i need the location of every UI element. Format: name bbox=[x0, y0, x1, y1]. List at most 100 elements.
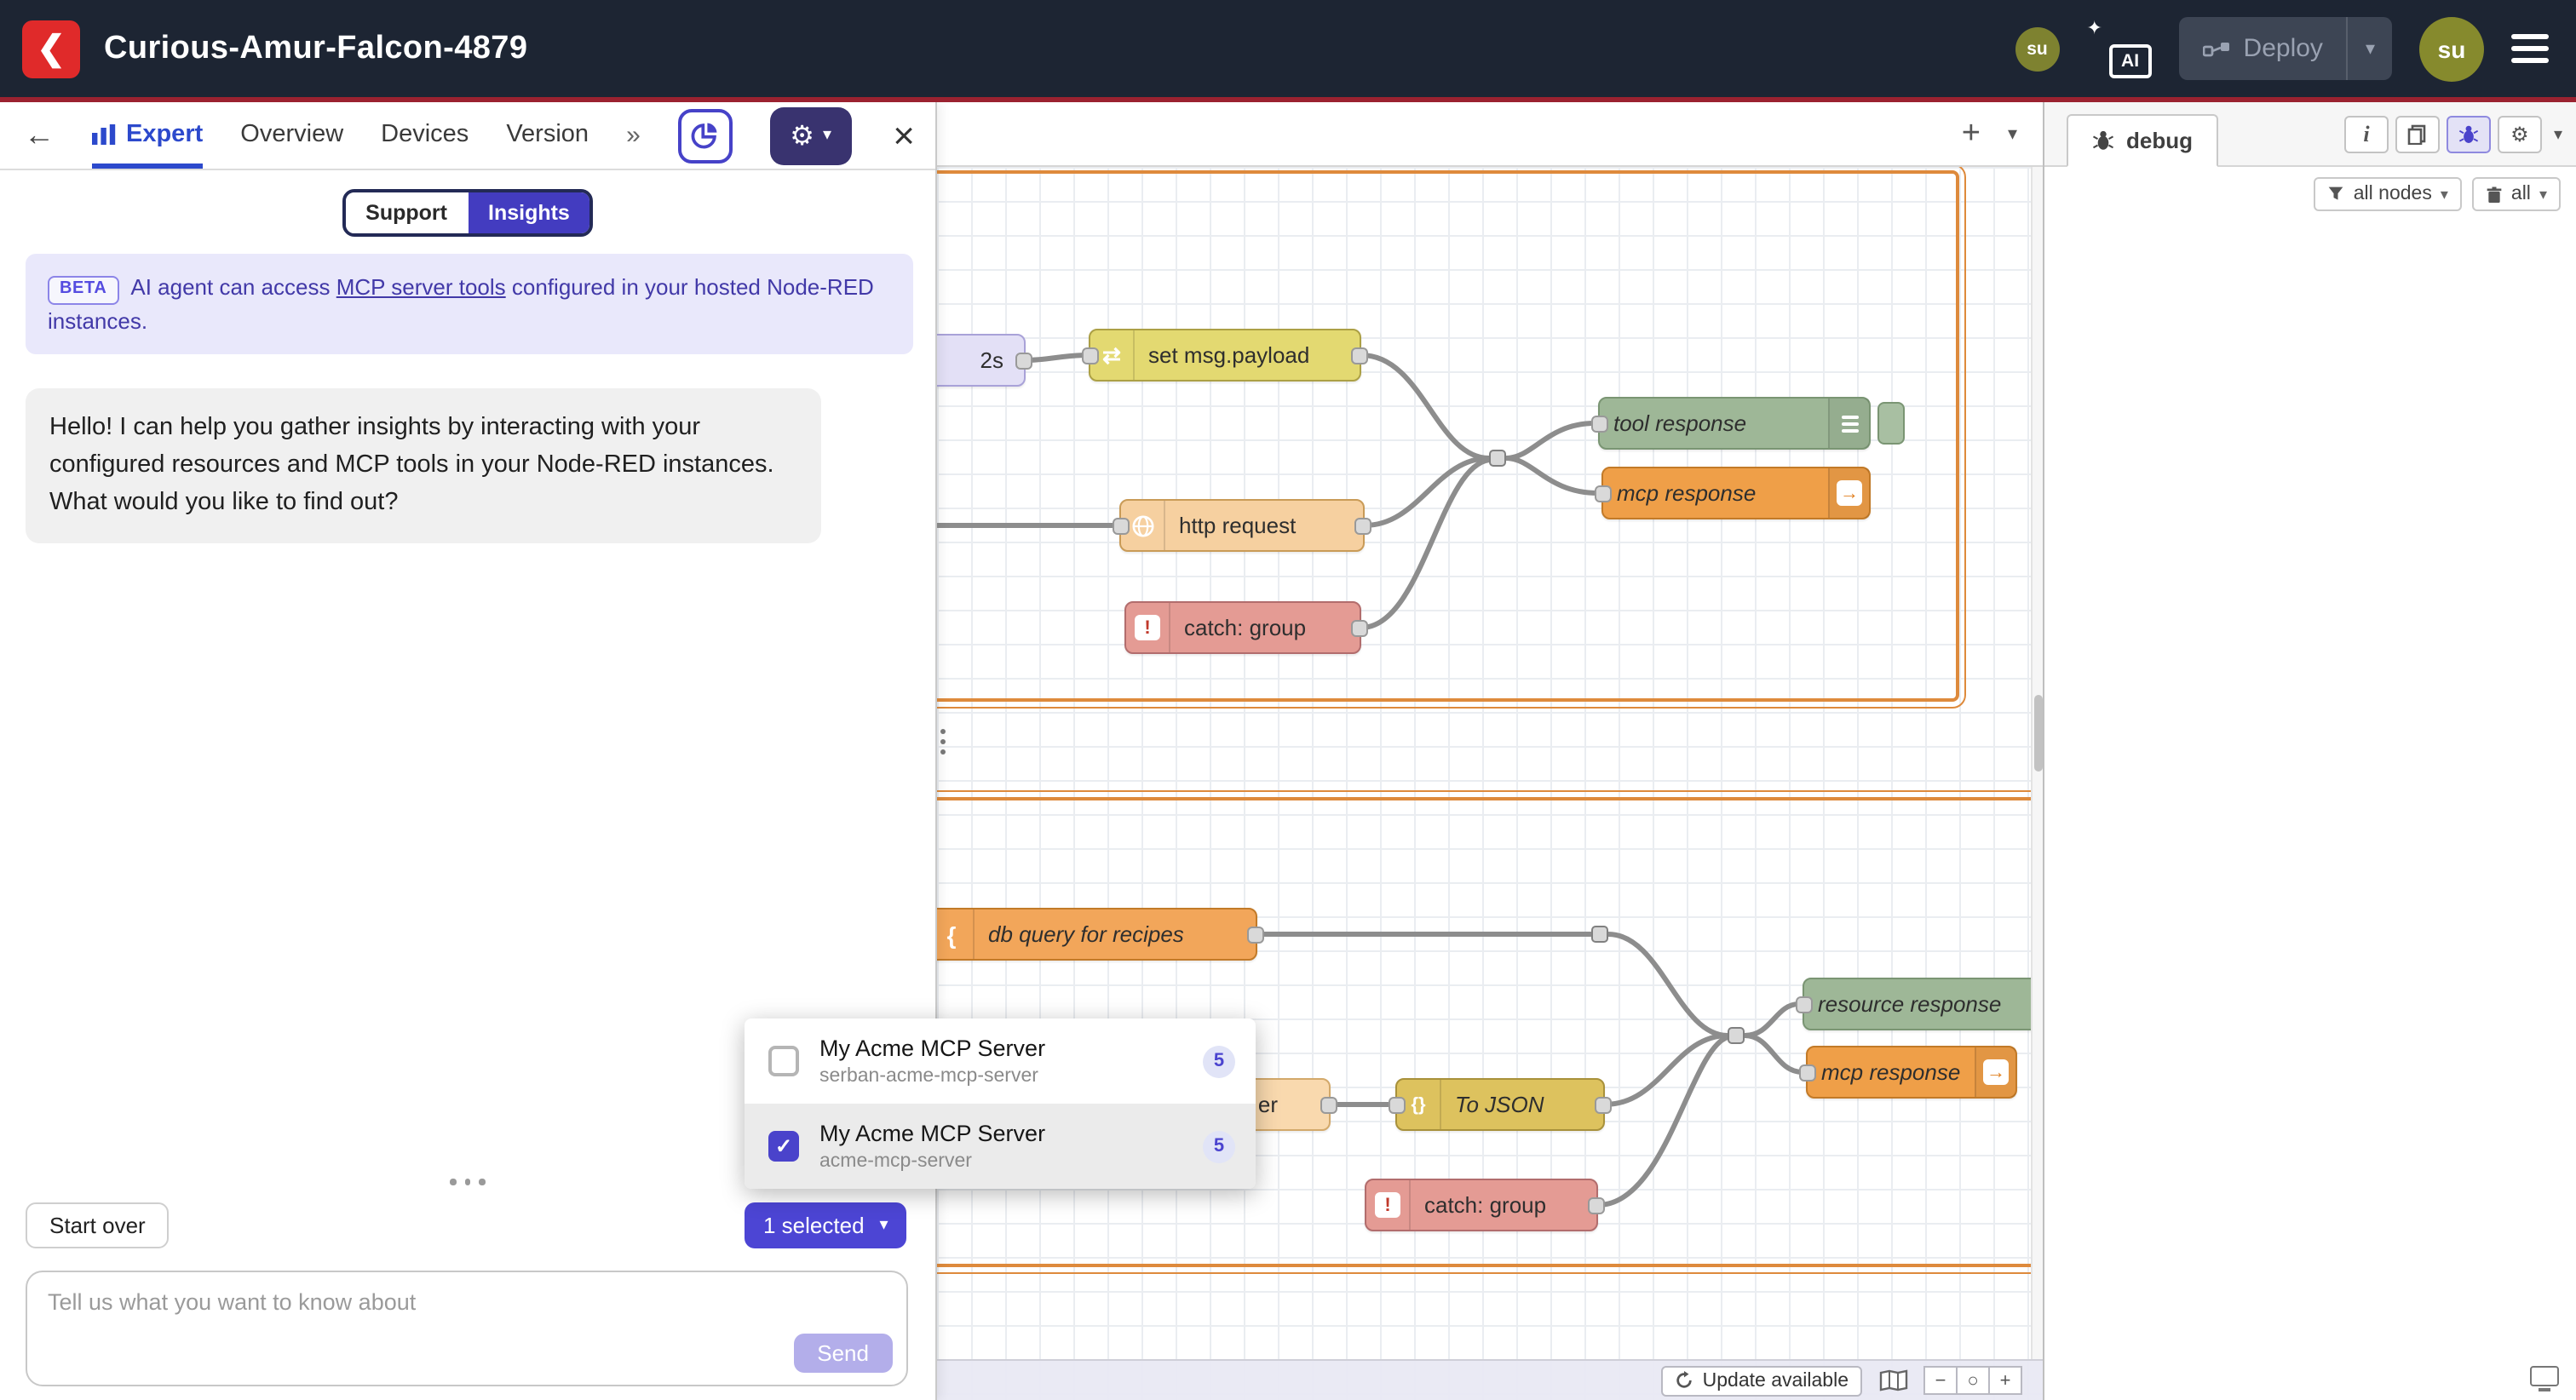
tab-overview[interactable]: Overview bbox=[240, 102, 343, 169]
sparkle-icon: ✦ bbox=[2087, 16, 2102, 38]
output-port[interactable] bbox=[1247, 926, 1264, 943]
selected-count-label: 1 selected bbox=[763, 1213, 865, 1238]
server-option[interactable]: ✓ My Acme MCP Server acme-mcp-server 5 bbox=[745, 1104, 1256, 1189]
insights-pie-button[interactable] bbox=[678, 108, 732, 163]
close-panel-icon[interactable]: × bbox=[893, 117, 915, 154]
ai-assistant-icon[interactable]: ✦ AI bbox=[2087, 16, 2152, 81]
update-available-button[interactable]: Update available bbox=[1662, 1365, 1862, 1396]
zoom-in-button[interactable]: + bbox=[1988, 1366, 2022, 1395]
update-label: Update available bbox=[1703, 1370, 1849, 1391]
node-inject-2s[interactable]: 2s bbox=[937, 334, 1026, 387]
clear-messages-dropdown[interactable]: all ▾ bbox=[2472, 177, 2561, 211]
tabs-overflow-chevrons[interactable]: » bbox=[626, 121, 641, 150]
mini-user-badge[interactable]: su bbox=[2015, 26, 2060, 71]
gear-icon: ⚙ bbox=[790, 118, 814, 152]
node-resource-response[interactable]: resource response bbox=[1803, 978, 2043, 1030]
deploy-button[interactable]: Deploy ▾ bbox=[2179, 17, 2392, 80]
node-label: To JSON bbox=[1441, 1092, 1558, 1117]
node-catch-group-top[interactable]: ! catch: group bbox=[1124, 601, 1361, 654]
refresh-icon bbox=[1676, 1371, 1694, 1390]
scrollbar-thumb[interactable] bbox=[2034, 695, 2043, 772]
mcp-server-tools-link[interactable]: MCP server tools bbox=[336, 274, 506, 300]
chat-input[interactable] bbox=[27, 1272, 906, 1385]
tab-version[interactable]: Version bbox=[506, 102, 589, 169]
assistant-greeting: Hello! I can help you gather insights by… bbox=[26, 388, 821, 544]
chevron-down-icon: ▾ bbox=[823, 126, 831, 145]
send-button[interactable]: Send bbox=[793, 1334, 893, 1373]
back-arrow-icon[interactable]: ← bbox=[24, 118, 55, 153]
tab-expert-label: Expert bbox=[126, 121, 203, 148]
output-port[interactable] bbox=[1351, 347, 1368, 364]
server-option[interactable]: My Acme MCP Server serban-acme-mcp-serve… bbox=[745, 1018, 1256, 1104]
server-subtitle: serban-acme-mcp-server bbox=[819, 1066, 1182, 1087]
debug-sidebar: debug i bbox=[2043, 102, 2576, 1400]
input-port[interactable] bbox=[1591, 415, 1608, 432]
docs-button[interactable] bbox=[2395, 116, 2440, 153]
settings-dropdown-button[interactable]: ⚙ ▾ bbox=[769, 106, 852, 164]
node-mcp-response-top[interactable]: mcp response → bbox=[1601, 467, 1871, 519]
flow-list-chevron-icon[interactable]: ▾ bbox=[2008, 123, 2017, 145]
output-port[interactable] bbox=[1320, 1096, 1337, 1113]
input-port[interactable] bbox=[1113, 517, 1130, 534]
deploy-caret-button[interactable]: ▾ bbox=[2347, 17, 2392, 80]
sidebar-more-chevron-icon[interactable]: ▾ bbox=[2554, 125, 2562, 144]
output-port[interactable] bbox=[1015, 352, 1032, 369]
expert-icon bbox=[92, 124, 116, 145]
input-port[interactable] bbox=[1796, 995, 1813, 1013]
bug-icon bbox=[2458, 124, 2479, 145]
info-button[interactable]: i bbox=[2344, 116, 2389, 153]
output-port[interactable] bbox=[1595, 1096, 1612, 1113]
node-db-query[interactable]: { db query for recipes bbox=[937, 908, 1257, 961]
chevron-down-icon: ▾ bbox=[880, 1216, 888, 1235]
insights-toggle[interactable]: Insights bbox=[468, 192, 590, 233]
tab-version-label: Version bbox=[506, 121, 589, 148]
input-port[interactable] bbox=[1389, 1096, 1406, 1113]
hamburger-menu-icon[interactable] bbox=[2511, 35, 2549, 63]
panel-edge-grip[interactable] bbox=[940, 729, 946, 755]
node-label: db query for recipes bbox=[975, 921, 1198, 947]
node-label: tool response bbox=[1600, 410, 1760, 436]
docs-icon bbox=[2408, 124, 2427, 145]
node-catch-group-bottom[interactable]: ! catch: group bbox=[1365, 1179, 1598, 1231]
zoom-out-button[interactable]: − bbox=[1923, 1366, 1958, 1395]
filter-nodes-dropdown[interactable]: all nodes ▾ bbox=[2314, 177, 2462, 211]
tab-debug[interactable]: debug bbox=[2067, 114, 2218, 167]
output-port[interactable] bbox=[1354, 517, 1371, 534]
tab-expert[interactable]: Expert bbox=[92, 102, 203, 169]
server-title: My Acme MCP Server bbox=[819, 1121, 1182, 1146]
chat-composer: Send bbox=[26, 1271, 908, 1386]
navigator-map-icon[interactable] bbox=[1879, 1369, 1908, 1391]
zoom-reset-button[interactable]: ○ bbox=[1956, 1366, 1990, 1395]
sidebar-header-buttons: i ⚙ bbox=[2344, 116, 2562, 153]
start-over-button[interactable]: Start over bbox=[26, 1202, 170, 1248]
debug-toggle-button[interactable] bbox=[1877, 402, 1905, 445]
flow-canvas[interactable]: 2s ⇄ set msg.payload http request ! c bbox=[937, 102, 2043, 1400]
tab-devices[interactable]: Devices bbox=[381, 102, 469, 169]
input-port[interactable] bbox=[1595, 485, 1612, 502]
instance-title: Curious-Amur-Falcon-4879 bbox=[104, 30, 527, 67]
deploy-icon bbox=[2203, 38, 2230, 59]
input-port[interactable] bbox=[1799, 1064, 1816, 1081]
output-port[interactable] bbox=[1588, 1196, 1605, 1214]
input-port[interactable] bbox=[1082, 347, 1099, 364]
output-port[interactable] bbox=[1351, 619, 1368, 636]
flowfuse-logo-icon[interactable]: ❮ bbox=[22, 20, 80, 77]
selected-servers-dropdown[interactable]: 1 selected ▾ bbox=[745, 1202, 907, 1248]
checkbox-unchecked[interactable] bbox=[768, 1046, 799, 1076]
support-toggle[interactable]: Support bbox=[345, 192, 468, 233]
user-avatar[interactable]: su bbox=[2419, 16, 2484, 81]
node-to-json[interactable]: {} To JSON bbox=[1395, 1078, 1605, 1131]
node-label: mcp response bbox=[1603, 480, 1769, 506]
add-flow-icon[interactable]: + bbox=[1962, 115, 1981, 152]
exclamation-icon: ! bbox=[1126, 603, 1170, 652]
node-tool-response[interactable]: tool response bbox=[1598, 397, 1871, 450]
node-http-request[interactable]: http request bbox=[1119, 499, 1365, 552]
fullscreen-monitor-icon[interactable] bbox=[2530, 1366, 2559, 1386]
debug-button[interactable] bbox=[2447, 116, 2491, 153]
canvas-vertical-scrollbar[interactable] bbox=[2031, 167, 2043, 1359]
sidebar-settings-button[interactable]: ⚙ bbox=[2498, 116, 2542, 153]
checkbox-checked[interactable]: ✓ bbox=[768, 1131, 799, 1162]
ai-badge: AI bbox=[2109, 43, 2152, 77]
node-mcp-response-bottom[interactable]: mcp response → bbox=[1806, 1046, 2017, 1099]
node-set-msg-payload[interactable]: ⇄ set msg.payload bbox=[1089, 329, 1361, 382]
